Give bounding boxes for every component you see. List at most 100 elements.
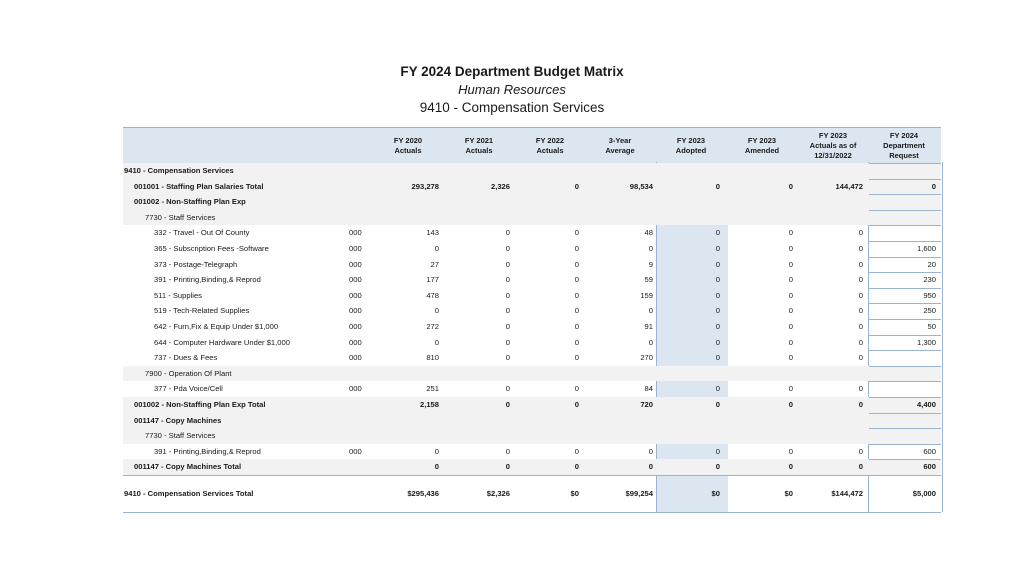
column-header: FY 2021 Actuals [464,135,494,155]
cell-value: 159 [640,290,653,300]
total-value: $0 [784,489,793,498]
column-header: FY 2023 Amended [744,135,780,155]
request-cell-border [869,412,941,429]
request-cell-border [869,178,941,195]
cell-value: 0 [434,337,439,347]
row-label: 001002 - Non-Staffing Plan Exp Total [134,400,266,409]
cell-value: 0 [574,446,579,456]
grand-total-row: 9410 - Compensation Services Total $295,4… [123,475,941,513]
cell-value: 0 [788,384,793,394]
cell-value: 0 [574,244,579,253]
column-header: FY 2024 Department Request [883,130,925,160]
fund-code: 000 [349,306,362,316]
cell-value: 0 [434,446,439,456]
cell-value: 0 [715,337,720,347]
cell-value: 251 [426,384,439,394]
table-row: 365 - Subscription Fees -Software 000 0 0 0 0… [123,241,941,257]
table-header: FY 2020 Actuals FY 2021 Actuals FY 2022 Ac… [123,127,941,164]
total-value: $5,000 [912,489,936,498]
cell-value: 177 [426,275,439,285]
cell-value: 2,326 [490,181,510,191]
table-row: 7900 - Operation Of Plant [123,365,941,382]
cell-value: 0 [505,446,510,456]
cell-value: 0 [574,322,579,331]
cell-value: 0 [648,462,653,472]
cell-value: 0 [858,462,863,472]
row-label: 377 - Pda Voice/Cell [154,384,223,394]
cell-value: 0 [858,228,863,238]
request-cell-border [869,256,941,273]
table-row: 391 - Printing,Binding,& Reprod 000 177 0 0 5… [123,272,941,288]
cell-value: 0 [858,322,863,331]
fund-code: 000 [349,290,362,300]
table-row: 737 - Dues & Fees 000 810 0 0 270 0 0 0 [123,350,941,366]
cell-value: 48 [644,228,653,238]
budget-matrix-page: FY 2024 Department Budget Matrix Human R… [0,0,1024,576]
cell-value: 0 [788,290,793,300]
request-cell-border [869,225,941,241]
table-row: 511 - Supplies 000 478 0 0 159 0 0 0 950 [123,288,941,304]
cell-value: 0 [858,337,863,347]
cell-value: 0 [574,306,579,316]
table-row: 644 - Computer Hardware Under $1,000 000 0… [123,335,941,351]
table-row: 377 - Pda Voice/Cell 000 251 0 0 84 0 0 0 [123,381,941,397]
table-row: 373 - Postage-Telegraph 000 27 0 0 9 0 0 0 20 [123,257,941,273]
row-label: 644 - Computer Hardware Under $1,000 [154,337,290,347]
row-label: 001002 - Non-Staffing Plan Exp [134,197,246,207]
row-label: 7730 - Staff Services [145,212,216,222]
cell-value: 0 [715,290,720,300]
cell-value: 0 [505,384,510,394]
cell-value: 0 [715,228,720,238]
row-label: 391 - Printing,Binding,& Reprod [154,275,261,285]
column-header: FY 2020 Actuals [393,135,423,155]
cell-value: 293,278 [411,181,439,191]
cell-value: 720 [640,400,653,409]
request-cell-border [869,397,941,413]
cell-value: 0 [715,244,720,253]
department-name: Human Resources [458,82,566,97]
cell-value: 0 [715,181,720,191]
table-row: 391 - Printing,Binding,& Reprod 000 0 0 0 0 0 0… [123,444,941,460]
cell-value: 0 [574,353,579,363]
fund-code: 000 [349,322,362,331]
request-cell-border [869,303,941,319]
row-label: 391 - Printing,Binding,& Reprod [154,446,261,456]
row-label: 7900 - Operation Of Plant [145,368,232,378]
request-cell-border [869,194,941,210]
cell-value: 0 [574,462,579,472]
cell-value: 0 [505,228,510,238]
cell-value: 0 [788,259,793,269]
cell-value: 0 [715,322,720,331]
cell-value: 0 [505,353,510,363]
cell-value: 0 [574,181,579,191]
cell-value: 0 [574,384,579,394]
request-cell-border [869,209,941,226]
cell-value: 0 [505,275,510,285]
table-row: 001001 - Staffing Plan Salaries Total 293… [123,178,941,195]
cell-value: 0 [788,400,793,409]
cell-value: 0 [858,400,863,409]
cell-value: 0 [505,290,510,300]
row-label: 9410 - Compensation Services [124,166,234,175]
table-row: 001002 - Non-Staffing Plan Exp Total 2,15… [123,397,941,413]
cell-value: 810 [426,353,439,363]
request-cell-border [869,241,941,257]
request-cell-border [869,350,941,366]
cell-value: 0 [788,462,793,472]
cell-value: 0 [788,306,793,316]
column-header: FY 2023 Actuals as of 12/31/2022 [809,130,857,160]
cell-value: 0 [648,244,653,253]
column-header: 3-Year Average [605,135,635,155]
cell-value: 144,472 [835,181,863,191]
fund-code: 000 [349,244,362,253]
request-cell-border [869,334,941,351]
cell-value: 0 [648,306,653,316]
cell-value: 0 [715,353,720,363]
cell-value: 0 [788,446,793,456]
cell-value: 9 [648,259,653,269]
cell-value: 0 [858,259,863,269]
fund-code: 000 [349,275,362,285]
request-cell-border [869,319,941,335]
request-cell-border [869,459,941,475]
total-value: $295,436 [407,489,439,498]
